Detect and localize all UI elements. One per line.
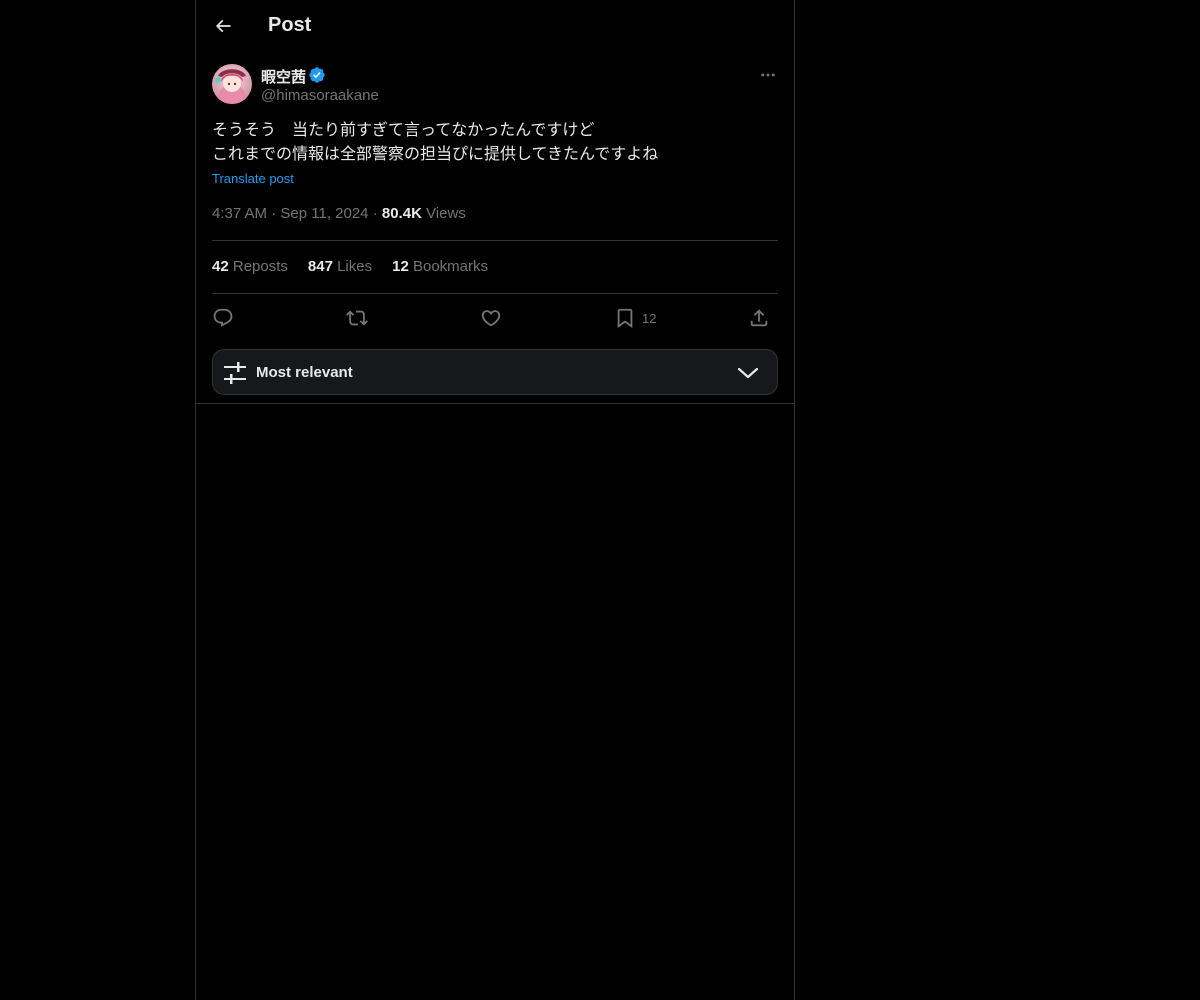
likes-stat[interactable]: 847 Likes (308, 258, 372, 275)
more-icon (761, 73, 775, 77)
post-author: 暇空茜 @himasoraakane (212, 64, 778, 108)
more-button[interactable] (756, 64, 780, 86)
views-label: Views (426, 205, 466, 222)
like-icon (481, 310, 501, 327)
sort-label: Most relevant (256, 364, 353, 381)
views-count: 80.4K (381, 205, 422, 222)
repost-button[interactable] (346, 305, 368, 331)
verified-badge-icon (309, 67, 325, 83)
share-icon (750, 309, 768, 327)
post-stats: 42 Reposts 847 Likes 12 Bookmarks (212, 258, 488, 275)
back-button[interactable] (206, 9, 240, 43)
bookmark-count: 12 (642, 310, 657, 326)
post-date[interactable]: Sep 11, 2024 (280, 205, 368, 222)
translate-post-link[interactable]: Translate post (212, 171, 294, 186)
back-arrow-icon (215, 19, 231, 33)
reply-icon (213, 308, 233, 327)
avatar[interactable] (212, 64, 252, 104)
user-handle[interactable]: @himasoraakane (261, 87, 379, 104)
bookmark-button[interactable]: 12 (614, 305, 656, 331)
post-time[interactable]: 4:37 AM (212, 205, 267, 222)
action-bar: 12 (212, 305, 778, 331)
page-title: Post (268, 14, 312, 36)
display-name[interactable]: 暇空茜 (261, 66, 306, 87)
sort-replies-dropdown[interactable]: Most relevant (212, 349, 778, 395)
main-column: Post 暇空茜 @himasoraakane そうそう 当たり前すぎて言ってな… (195, 0, 795, 1000)
divider (212, 293, 778, 294)
post-text-line: そうそう 当たり前すぎて言ってなかったんですけど (212, 122, 595, 139)
like-button[interactable] (480, 305, 502, 331)
sort-sliders-icon (224, 362, 246, 384)
post-text-line: これまでの情報は全部警察の担当ぴに提供してきたんですよね (212, 146, 659, 163)
chevron-down-icon (737, 367, 759, 379)
divider (212, 240, 778, 241)
post-meta: 4:37 AM · Sep 11, 2024 · 80.4K Views (212, 205, 466, 222)
bookmark-icon (617, 308, 633, 329)
divider (196, 403, 794, 404)
repost-icon (346, 310, 368, 326)
reposts-stat[interactable]: 42 Reposts (212, 258, 288, 275)
reply-button[interactable] (212, 305, 234, 331)
share-button[interactable] (748, 305, 770, 331)
post-text: そうそう 当たり前すぎて言ってなかったんですけど これまでの情報は全部警察の担当… (212, 119, 778, 167)
top-header: Post (196, 0, 794, 53)
bookmarks-stat[interactable]: 12 Bookmarks (392, 258, 488, 275)
